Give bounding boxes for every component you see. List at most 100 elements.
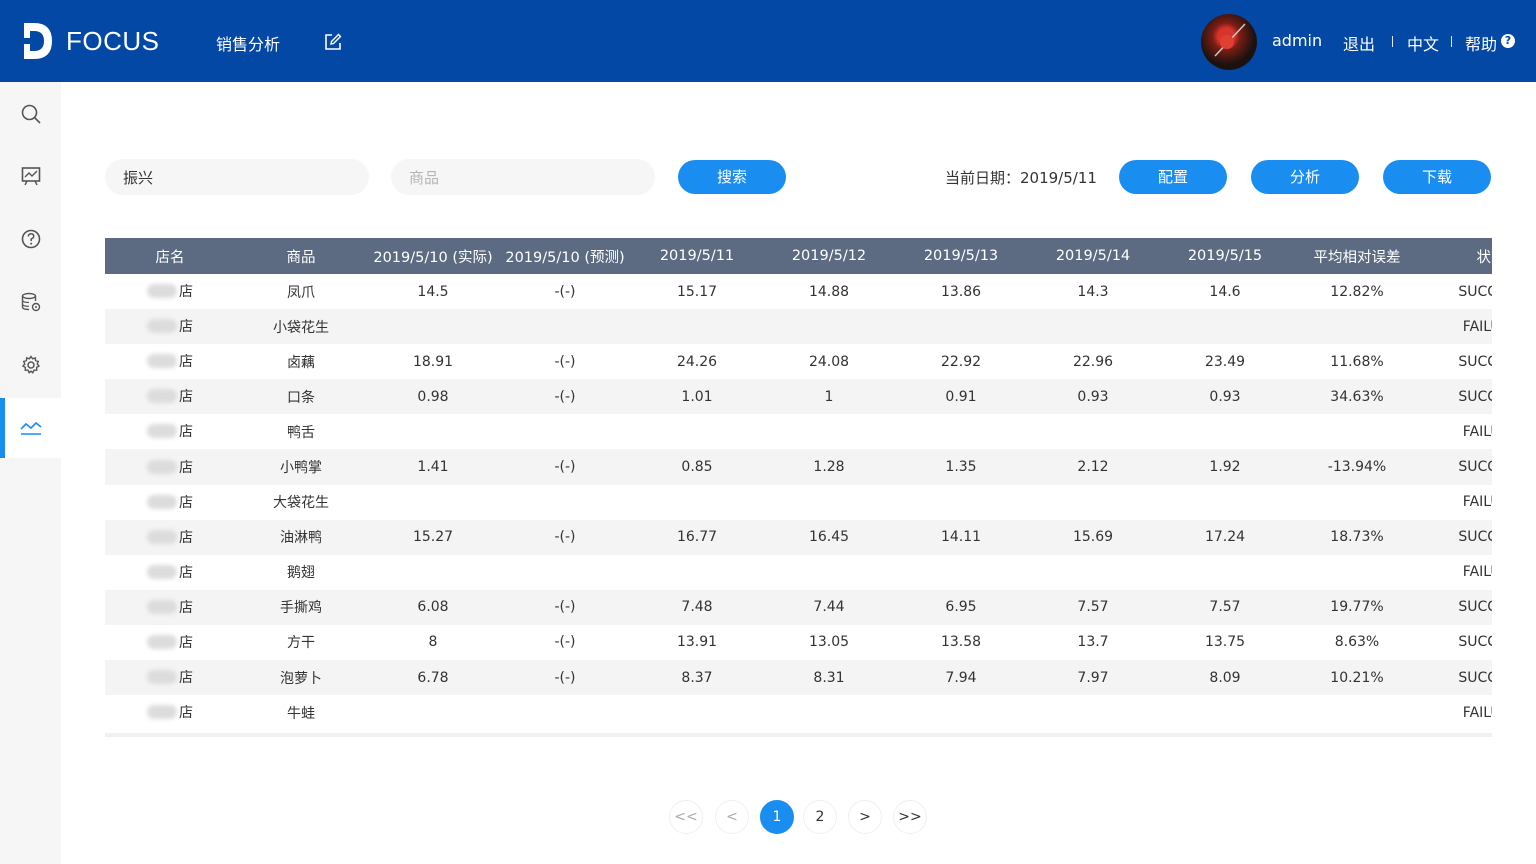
redacted-store-prefix <box>147 529 177 544</box>
avatar-photo <box>1214 23 1246 57</box>
product-input[interactable]: 商品 <box>391 159 655 195</box>
search-button[interactable]: 搜索 <box>678 160 786 194</box>
sidebar-item-settings[interactable] <box>0 335 61 395</box>
column-header[interactable]: 2019/5/10 (实际) <box>367 238 499 274</box>
store-name-cell: 店 <box>105 695 235 730</box>
prev-page-button[interactable]: < <box>715 800 749 834</box>
table-row[interactable]: 店 泡萝卜 6.78 -(-) 8.37 8.31 7.94 7.97 8.09 10.21% SU… <box>105 660 1492 696</box>
config-button[interactable]: 配置 <box>1119 160 1227 194</box>
table-row[interactable]: 店 鸭舌 FAILURE <box>105 414 1492 449</box>
table-cell: 18.73% <box>1291 519 1423 555</box>
column-header[interactable]: 状态 <box>1423 238 1492 274</box>
status-cell: SUCCESS <box>1423 589 1492 625</box>
brand-name: FOCUS <box>66 25 160 56</box>
help-question-icon[interactable]: ? <box>1501 34 1515 48</box>
user-name[interactable]: admin <box>1272 31 1322 50</box>
table-cell: 12.82% <box>1330 283 1384 300</box>
table-row[interactable]: 店 方干 8 -(-) 13.91 13.05 13.58 13.7 13.75 8.63% SUC… <box>105 625 1492 660</box>
language-switch[interactable]: 中文 <box>1407 31 1439 55</box>
table-cell: 17.24 <box>1159 519 1291 555</box>
next-page-button[interactable]: > <box>848 800 882 834</box>
table-cell: 1.35 <box>895 449 1027 485</box>
table-row[interactable]: 店 小袋花生 FAILURE <box>105 309 1492 345</box>
column-header[interactable]: 2019/5/12 <box>763 238 895 274</box>
store-name: 店 <box>147 281 193 301</box>
table-cell <box>895 695 1027 730</box>
table-cell: 13.58 <box>940 634 982 651</box>
table-cell: 8.09 <box>1159 660 1291 696</box>
first-page-button[interactable]: << <box>669 800 703 834</box>
status-cell: SUCCESS <box>1458 353 1492 370</box>
nav-sales-analysis[interactable]: 销售分析 <box>216 31 280 55</box>
avatar[interactable] <box>1201 14 1257 70</box>
column-header[interactable]: 2019/5/14 <box>1027 238 1159 274</box>
table-cell: 小袋花生 <box>235 309 367 345</box>
sidebar-item-data[interactable] <box>0 272 61 332</box>
current-date: 当前日期：2019/5/11 <box>945 169 1097 187</box>
table-row[interactable]: 店 卤藕 18.91 -(-) 24.26 24.08 22.92 22.96 23.49 11.… <box>105 344 1492 379</box>
analyze-button[interactable]: 分析 <box>1251 160 1359 194</box>
table-cell <box>631 485 763 520</box>
store-suffix: 店 <box>179 494 193 511</box>
table-row[interactable]: 店 小鸭掌 1.41 -(-) 0.85 1.28 1.35 2.12 1.92 -13.94% S… <box>105 449 1492 485</box>
table-cell: 13.7 <box>1077 634 1109 651</box>
help-link[interactable]: 帮助 <box>1465 31 1497 55</box>
redacted-store-prefix <box>147 284 177 299</box>
table-cell: 14.11 <box>895 519 1027 555</box>
table-row[interactable]: 店 牛蛙 FAILURE <box>105 695 1492 730</box>
column-header[interactable]: 2019/5/10 (预测) <box>499 238 631 274</box>
store-suffix: 店 <box>179 284 193 301</box>
last-page-button[interactable]: >> <box>893 800 927 834</box>
table-row[interactable]: 店 凤爪 14.5 -(-) 15.17 14.88 13.86 14.3 14.6 12.82%… <box>105 274 1492 309</box>
sidebar-item-search[interactable] <box>0 84 61 144</box>
brand-logo[interactable]: FOCUS <box>22 20 160 62</box>
column-header[interactable]: 平均相对误差 <box>1291 238 1423 274</box>
store-name-cell: 店 <box>105 414 235 449</box>
table-row[interactable]: 店手撕鸡 6.08 -(-) 7.48 7.44 6.95 7.57 7.57 19.77% SU… <box>105 589 1492 625</box>
table-cell: 18.91 <box>412 353 454 370</box>
table-cell: -(-) <box>554 283 576 300</box>
column-header[interactable]: 2019/5/11 <box>631 238 763 274</box>
table-row[interactable]: 店 大袋花生 FAILURE <box>105 485 1492 520</box>
sidebar-item-trend[interactable] <box>0 398 61 458</box>
store-input[interactable]: 振兴 <box>105 159 369 195</box>
store-name: 店 <box>147 702 193 722</box>
table-cell: 15.27 <box>367 519 499 555</box>
page-2-button[interactable]: 2 <box>803 800 837 834</box>
table-cell <box>367 555 499 590</box>
table-cell: 大袋花生 <box>273 495 329 512</box>
download-button[interactable]: 下载 <box>1383 160 1491 194</box>
table-cell: 34.63% <box>1291 379 1423 415</box>
top-bar: FOCUS 销售分析 admin 退出 中文 帮助 ? <box>0 0 1536 82</box>
column-header[interactable]: 2019/5/15 <box>1159 238 1291 274</box>
table-row[interactable]: 店 油淋鸭 15.27 -(-) 16.77 16.45 14.11 15.69 17.24 18… <box>105 519 1492 555</box>
store-name-cell: 店 <box>105 625 235 660</box>
sidebar-item-dashboard[interactable] <box>0 146 61 206</box>
table-cell: 1 <box>763 379 895 415</box>
store-name-cell: 店 <box>105 485 235 520</box>
status-cell: FAILURE <box>1462 704 1492 721</box>
logout-link[interactable]: 退出 <box>1343 31 1375 55</box>
table-cell <box>1159 485 1291 520</box>
column-header[interactable]: 店名 <box>105 238 235 274</box>
table-cell <box>367 414 499 449</box>
column-header[interactable]: 2019/5/13 <box>895 238 1027 274</box>
store-name: 店 <box>147 527 193 547</box>
header-divider <box>1451 36 1452 47</box>
store-name: 店 <box>147 421 193 441</box>
header-divider <box>1392 36 1393 47</box>
status-cell: FAILURE <box>1462 494 1492 511</box>
table-cell <box>763 485 895 520</box>
table-cell <box>499 485 631 520</box>
table-cell: 手撕鸡 <box>235 589 367 625</box>
page-1-button[interactable]: 1 <box>760 800 794 834</box>
table-row[interactable]: 店 鹅翅 FAILURE <box>105 555 1492 590</box>
table-cell <box>1291 414 1423 449</box>
edit-icon[interactable] <box>324 33 342 51</box>
table-row[interactable]: 店口条0.98-(-)1.0110.910.930.9334.63%SUCCES… <box>105 379 1492 415</box>
column-header[interactable]: 商品 <box>235 238 367 274</box>
sidebar-item-help[interactable] <box>0 209 61 269</box>
table-cell: 22.92 <box>940 353 982 370</box>
table-cell <box>1291 695 1423 730</box>
table-cell: 8.31 <box>763 660 895 696</box>
